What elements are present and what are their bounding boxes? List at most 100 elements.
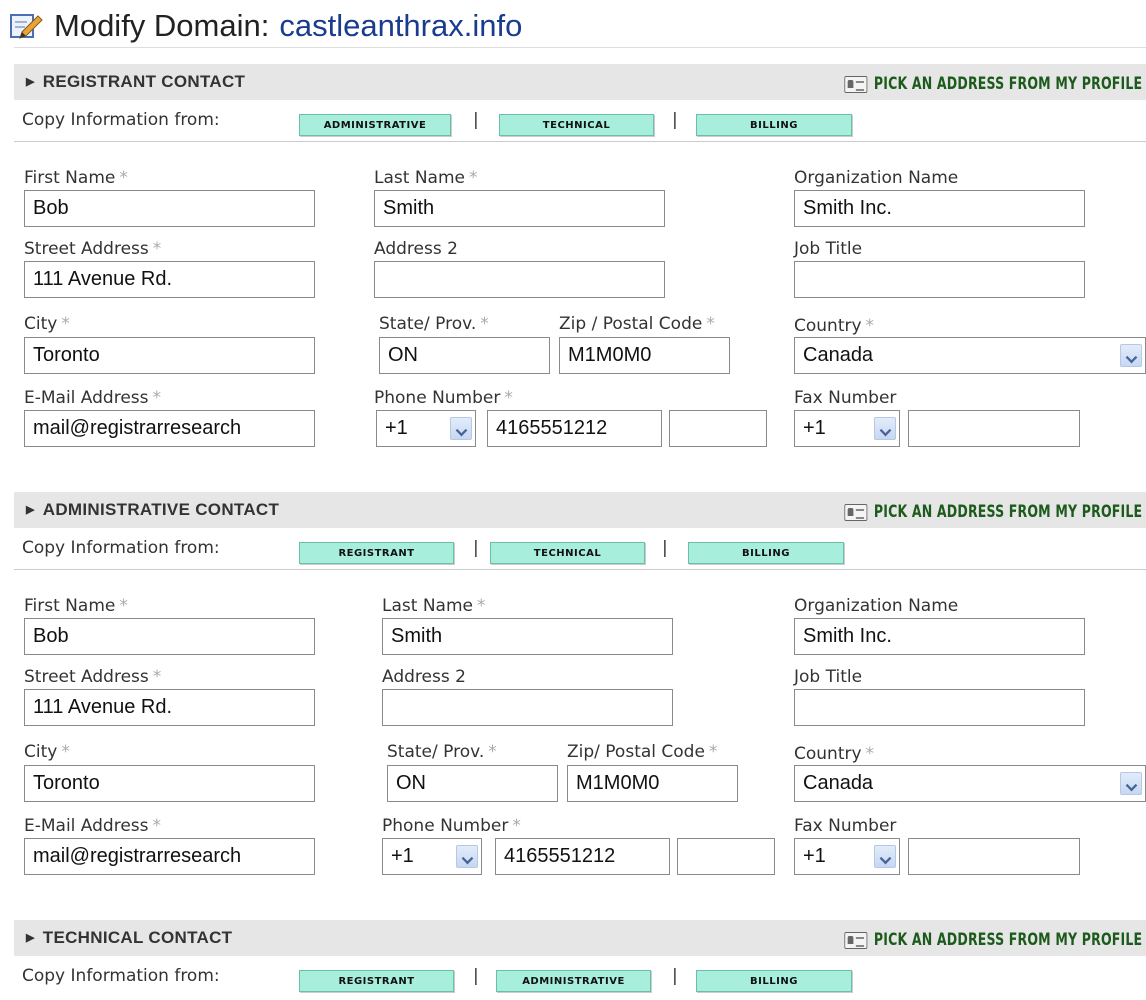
- zip-label: Zip / Postal Code *: [559, 314, 715, 334]
- state-label: State/ Prov. *: [387, 742, 497, 762]
- section-title: REGISTRANT CONTACT: [42, 72, 246, 91]
- state-input[interactable]: ON: [387, 765, 558, 802]
- pick-address-link[interactable]: PICK AN ADDRESS FROM MY PROFILE: [844, 930, 1142, 950]
- job-title-label: Job Title: [794, 667, 863, 687]
- chevron-down-icon[interactable]: [450, 417, 472, 440]
- copy-registrant-button[interactable]: REGISTRANT: [299, 542, 454, 564]
- expand-arrow-icon[interactable]: ▶: [26, 504, 35, 516]
- separator: |: [473, 538, 479, 558]
- fax-input[interactable]: [908, 838, 1080, 875]
- copy-billing-button[interactable]: BILLING: [696, 970, 852, 992]
- phone-label: Phone Number *: [374, 388, 513, 408]
- separator: |: [662, 538, 668, 558]
- phone-input[interactable]: 4165551212: [495, 838, 670, 875]
- copy-technical-button[interactable]: TECHNICAL: [490, 542, 645, 564]
- copy-billing-button[interactable]: BILLING: [688, 542, 844, 564]
- fax-input[interactable]: [908, 410, 1080, 447]
- page-title: Modify Domain:: [54, 8, 270, 43]
- street-address-input[interactable]: 111 Avenue Rd.: [24, 689, 315, 726]
- organization-input[interactable]: Smith Inc.: [794, 618, 1085, 655]
- expand-arrow-icon[interactable]: ▶: [26, 932, 35, 944]
- zip-label: Zip/ Postal Code *: [567, 742, 718, 762]
- domain-name: castleanthrax.info: [279, 8, 523, 43]
- chevron-down-icon[interactable]: [874, 417, 896, 440]
- fax-country-code-select[interactable]: +1: [794, 838, 900, 875]
- copy-technical-button[interactable]: TECHNICAL: [499, 114, 654, 136]
- address2-input[interactable]: [382, 689, 673, 726]
- email-input[interactable]: mail@registrarresearch: [24, 410, 315, 447]
- country-select[interactable]: Canada: [794, 765, 1146, 802]
- city-label: City *: [24, 314, 70, 334]
- copy-info-label: Copy Information from:: [22, 110, 220, 130]
- first-name-label: First Name *: [24, 168, 128, 188]
- pick-address-link[interactable]: PICK AN ADDRESS FROM MY PROFILE: [844, 74, 1142, 94]
- last-name-label: Last Name *: [382, 596, 486, 616]
- first-name-label: First Name *: [24, 596, 128, 616]
- street-address-label: Street Address *: [24, 667, 162, 687]
- email-input[interactable]: mail@registrarresearch: [24, 838, 315, 875]
- zip-input[interactable]: M1M0M0: [567, 765, 738, 802]
- job-title-input[interactable]: [794, 689, 1085, 726]
- fax-country-code-select[interactable]: +1: [794, 410, 900, 447]
- organization-label: Organization Name: [794, 168, 959, 188]
- fax-label: Fax Number: [794, 816, 897, 836]
- copy-administrative-button[interactable]: ADMINISTRATIVE: [299, 114, 451, 136]
- registrant-contact-section: ▶ REGISTRANT CONTACT PICK AN ADDRESS FROM…: [14, 64, 1146, 464]
- address-card-icon: [844, 931, 868, 949]
- job-title-input[interactable]: [794, 261, 1085, 298]
- section-header: ▶ REGISTRANT CONTACT PICK AN ADDRESS FROM…: [14, 64, 1146, 100]
- job-title-label: Job Title: [794, 239, 863, 259]
- address2-input[interactable]: [374, 261, 665, 298]
- address2-label: Address 2: [382, 667, 466, 687]
- email-label: E-Mail Address *: [24, 816, 162, 836]
- technical-contact-section: ▶ TECHNICAL CONTACT PICK AN ADDRESS FROM …: [14, 920, 1146, 1000]
- city-input[interactable]: Toronto: [24, 337, 315, 374]
- chevron-down-icon[interactable]: [1120, 344, 1142, 367]
- fax-label: Fax Number: [794, 388, 897, 408]
- copy-billing-button[interactable]: BILLING: [696, 114, 852, 136]
- city-input[interactable]: Toronto: [24, 765, 315, 802]
- email-label: E-Mail Address *: [24, 388, 162, 408]
- title-divider: [14, 47, 1146, 48]
- section-title: TECHNICAL CONTACT: [42, 928, 233, 947]
- last-name-label: Last Name *: [374, 168, 478, 188]
- state-label: State/ Prov. *: [379, 314, 489, 334]
- country-label: Country *: [794, 316, 875, 336]
- page-header: Modify Domain: castleanthrax.info: [8, 6, 522, 46]
- state-input[interactable]: ON: [379, 337, 550, 374]
- chevron-down-icon[interactable]: [1120, 772, 1142, 795]
- copy-registrant-button[interactable]: REGISTRANT: [299, 970, 454, 992]
- copy-info-label: Copy Information from:: [22, 966, 220, 986]
- section-title: ADMINISTRATIVE CONTACT: [42, 500, 280, 519]
- copy-info-row: Copy Information from: REGISTRANT | ADMI…: [14, 956, 1146, 998]
- administrative-contact-section: ▶ ADMINISTRATIVE CONTACT PICK AN ADDRESS …: [14, 492, 1146, 892]
- phone-country-code-select[interactable]: +1: [376, 410, 476, 447]
- phone-country-code-select[interactable]: +1: [382, 838, 482, 875]
- separator: |: [473, 966, 479, 986]
- phone-ext-input[interactable]: [669, 410, 767, 447]
- section-header: ▶ TECHNICAL CONTACT PICK AN ADDRESS FROM …: [14, 920, 1146, 956]
- separator: |: [672, 966, 678, 986]
- copy-administrative-button[interactable]: ADMINISTRATIVE: [496, 970, 651, 992]
- city-label: City *: [24, 742, 70, 762]
- chevron-down-icon[interactable]: [874, 845, 896, 868]
- phone-input[interactable]: 4165551212: [487, 410, 662, 447]
- country-select[interactable]: Canada: [794, 337, 1146, 374]
- chevron-down-icon[interactable]: [456, 845, 478, 868]
- first-name-input[interactable]: Bob: [24, 618, 315, 655]
- first-name-input[interactable]: Bob: [24, 190, 315, 227]
- country-label: Country *: [794, 744, 875, 764]
- edit-icon: [8, 10, 48, 42]
- street-address-input[interactable]: 111 Avenue Rd.: [24, 261, 315, 298]
- expand-arrow-icon[interactable]: ▶: [26, 76, 35, 88]
- copy-info-row: Copy Information from: ADMINISTRATIVE | …: [14, 100, 1146, 142]
- phone-ext-input[interactable]: [677, 838, 775, 875]
- last-name-input[interactable]: Smith: [374, 190, 665, 227]
- last-name-input[interactable]: Smith: [382, 618, 673, 655]
- separator: |: [672, 110, 678, 130]
- pick-address-link[interactable]: PICK AN ADDRESS FROM MY PROFILE: [844, 502, 1142, 522]
- zip-input[interactable]: M1M0M0: [559, 337, 730, 374]
- organization-label: Organization Name: [794, 596, 959, 616]
- organization-input[interactable]: Smith Inc.: [794, 190, 1085, 227]
- copy-info-row: Copy Information from: REGISTRANT | TECH…: [14, 528, 1146, 570]
